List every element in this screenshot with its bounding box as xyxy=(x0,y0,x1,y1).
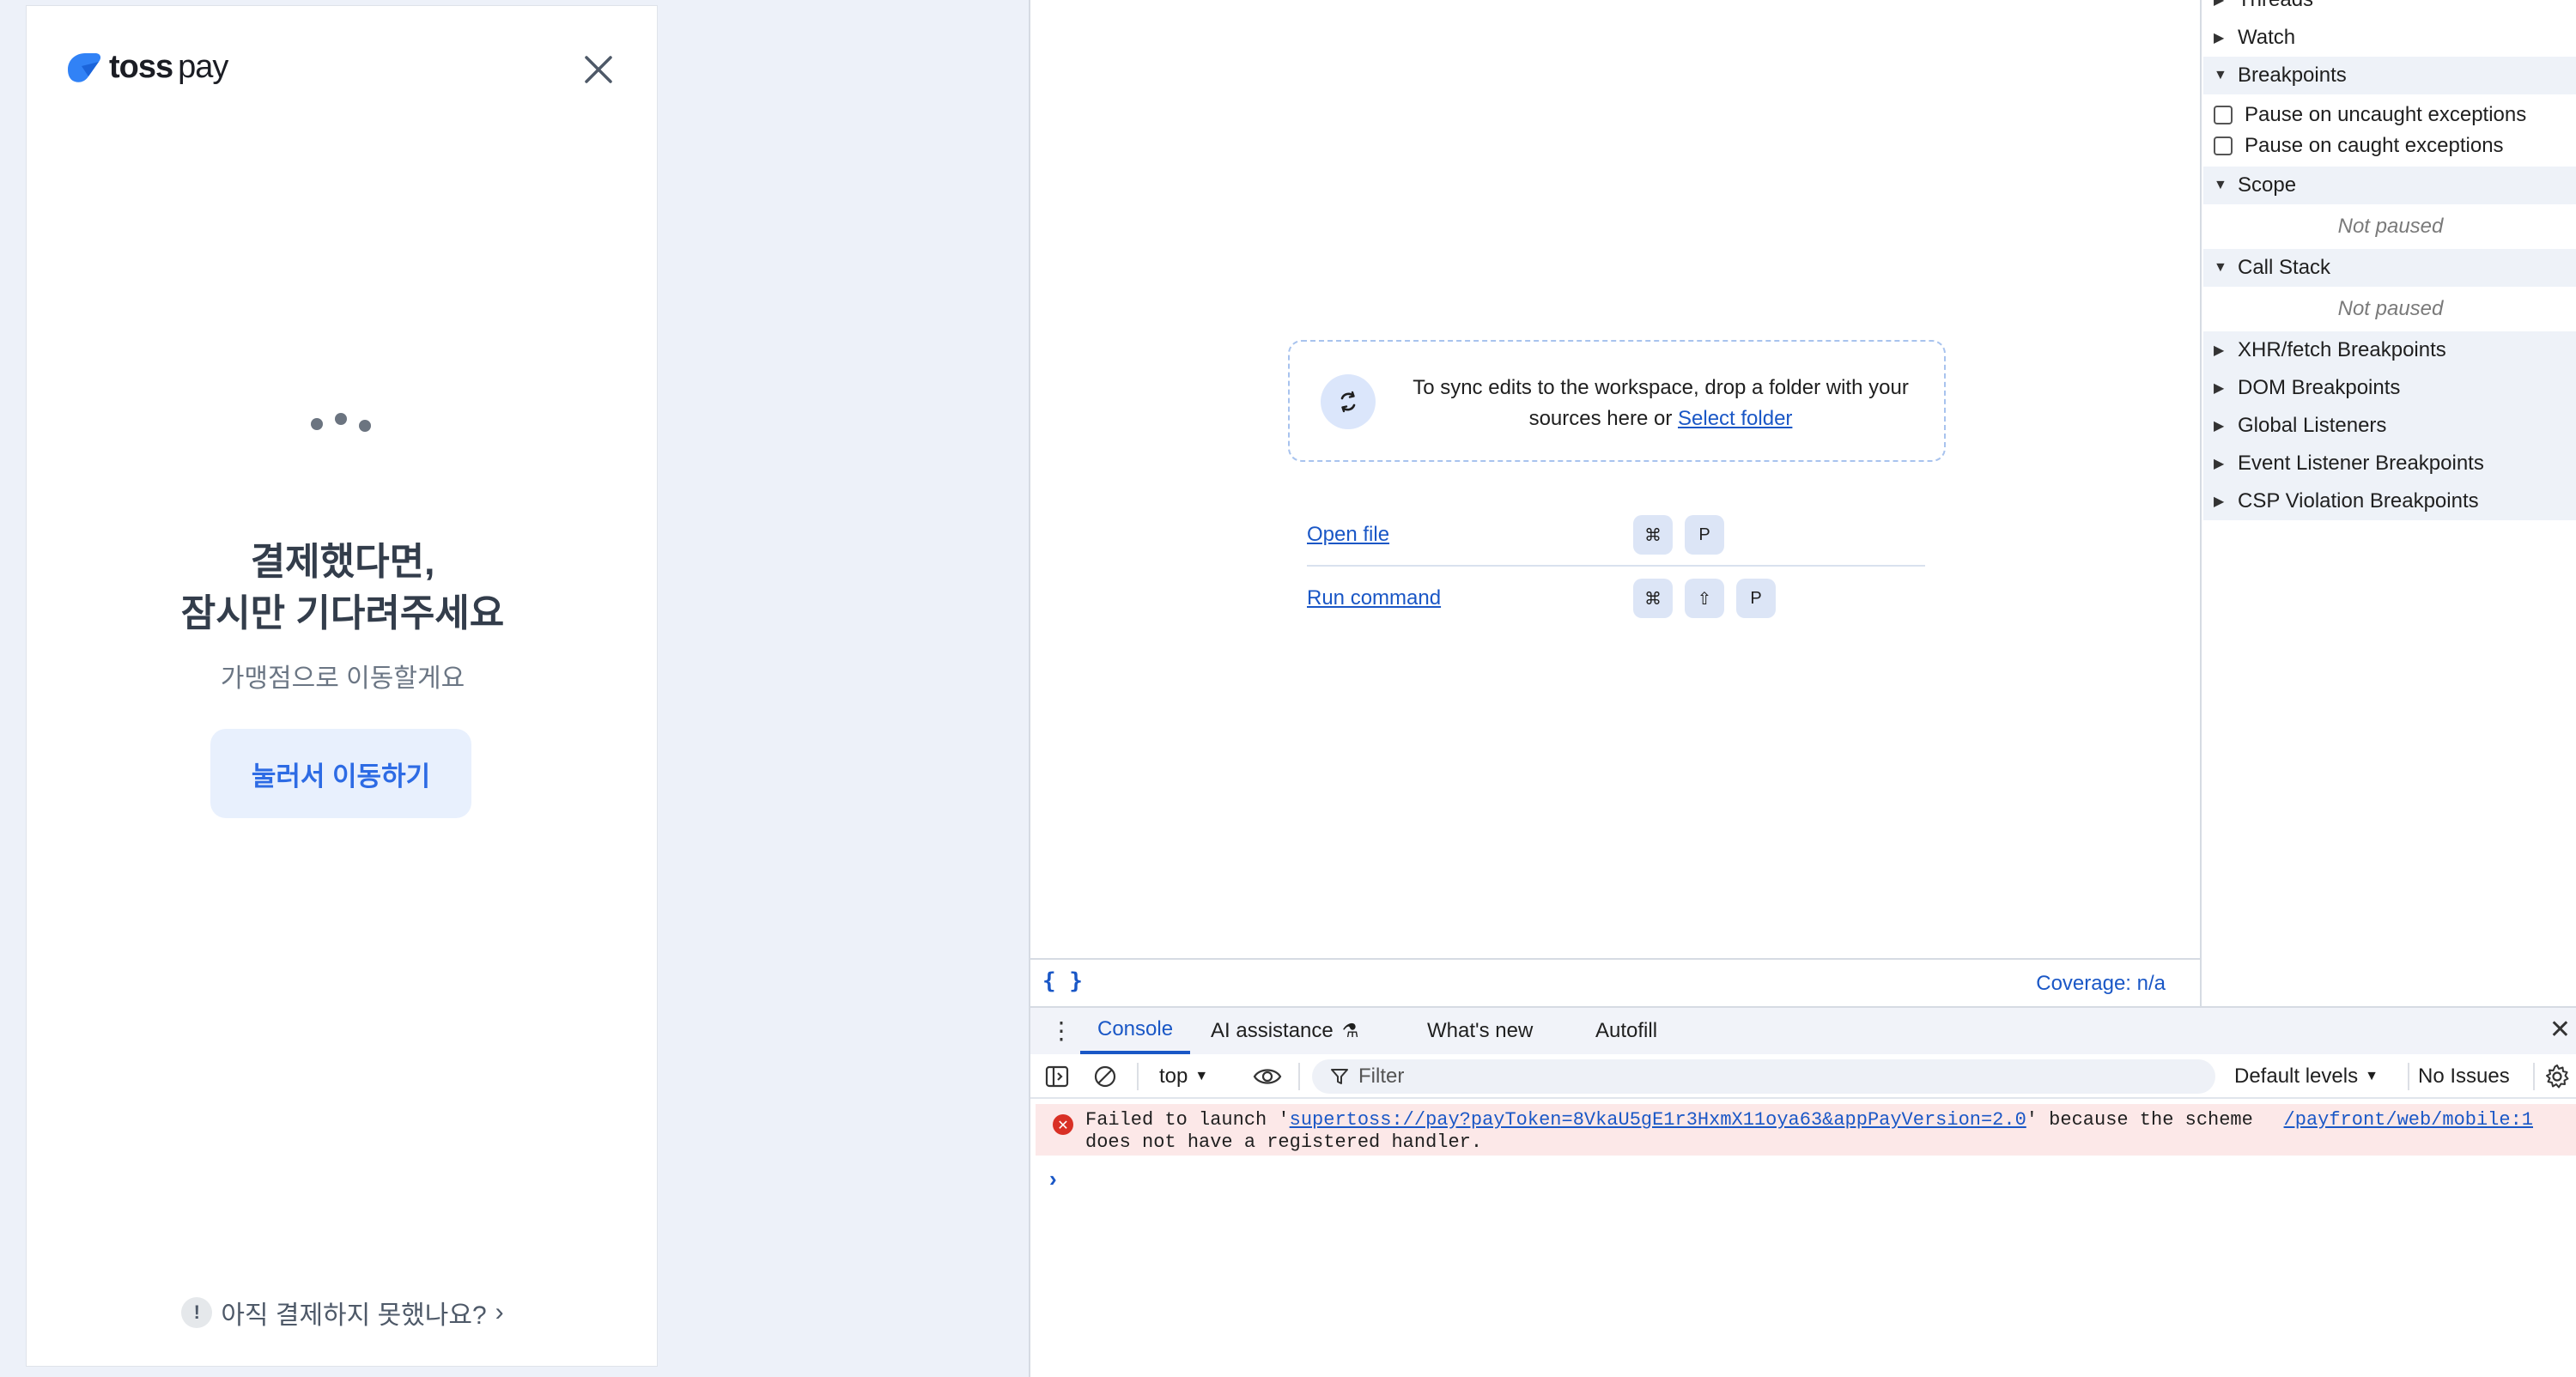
eye-icon[interactable] xyxy=(1252,1054,1283,1099)
section-event-listener-breakpoints[interactable]: ▶ Event Listener Breakpoints xyxy=(2203,445,2576,482)
dropzone-message: To sync edits to the workspace, drop a f… xyxy=(1413,376,1909,430)
triangle-right-icon: ▶ xyxy=(2214,457,2225,471)
filter-input[interactable]: Filter xyxy=(1312,1059,2215,1094)
cmd-key: ⌘ xyxy=(1633,579,1673,618)
p-key: P xyxy=(1685,515,1724,555)
log-levels-dropdown[interactable]: Default levels ▼ xyxy=(2234,1054,2379,1099)
debugger-sidebar: ▶Threads ▶Watch ▼Breakpoints Pause on un… xyxy=(2203,0,2576,1006)
drawer-tab-bar: ⋮ Console AI assistance ⚗ What's new Aut… xyxy=(1030,1008,2576,1054)
section-call-stack[interactable]: ▼ Call Stack xyxy=(2203,249,2576,287)
toolbar-separator xyxy=(1137,1063,1139,1090)
section-breakpoints[interactable]: ▼ Breakpoints xyxy=(2203,57,2576,94)
section-csp-violation-breakpoints[interactable]: ▶ CSP Violation Breakpoints xyxy=(2203,482,2576,520)
error-source-link[interactable]: /payfront/web/mobile:1 xyxy=(2284,1109,2533,1131)
tab-console[interactable]: Console xyxy=(1080,1008,1191,1054)
triangle-down-icon: ▼ xyxy=(2214,68,2227,82)
triangle-right-icon: ▶ xyxy=(2214,343,2225,358)
context-selector[interactable]: top ▼ xyxy=(1159,1054,1208,1099)
flask-icon: ⚗ xyxy=(1341,1020,1359,1041)
section-global-listeners[interactable]: ▶ Global Listeners xyxy=(2203,407,2576,445)
triangle-right-icon: ▶ xyxy=(2214,381,2225,396)
checkbox[interactable] xyxy=(2214,106,2233,124)
more-options-icon[interactable]: ⋮ xyxy=(1049,1016,1073,1045)
error-url-link[interactable]: supertoss://pay?payToken=8VkaU5gE1r3HxmX… xyxy=(1290,1109,2026,1131)
scope-status: Not paused xyxy=(2337,215,2444,238)
section-xhr-breakpoints[interactable]: ▶ XHR/fetch Breakpoints xyxy=(2203,331,2576,369)
pause-caught-option[interactable]: Pause on caught exceptions xyxy=(2214,130,2504,161)
pretty-print-icon[interactable]: { } xyxy=(1042,968,1083,994)
settings-gear-icon[interactable] xyxy=(2543,1054,2571,1099)
toss-brand-text: toss pay xyxy=(109,49,228,85)
checkbox[interactable] xyxy=(2214,136,2233,155)
console-prompt[interactable]: › xyxy=(1049,1166,1057,1192)
toss-pay-panel: toss pay 결제했다면, 잠시만 기다려주세요 가맹점으로 이동할게요 눌러… xyxy=(26,5,658,1367)
open-file-link[interactable]: Open file xyxy=(1307,523,1633,547)
sources-editor-pane: To sync edits to the workspace, drop a f… xyxy=(1030,0,2202,958)
payment-help-link[interactable]: ! 아직 결제하지 못했나요? › xyxy=(27,1294,659,1332)
shift-key: ⇧ xyxy=(1685,579,1724,618)
dropdown-arrow-icon: ▼ xyxy=(2365,1069,2379,1083)
close-icon[interactable] xyxy=(578,49,619,90)
console-error-message: ✕ Failed to launch 'supertoss://pay?payT… xyxy=(1036,1104,2576,1156)
console-toolbar: top ▼ Filter Default levels ▼ No Issues xyxy=(1030,1054,2576,1099)
run-command-row: Run command ⌘ ⇧ P xyxy=(1307,567,1925,630)
coverage-status[interactable]: Coverage: n/a xyxy=(2036,972,2166,996)
chevron-right-icon: › xyxy=(495,1298,504,1326)
exclamation-icon: ! xyxy=(181,1297,213,1328)
toss-pay-logo: toss pay xyxy=(64,49,228,86)
section-threads[interactable]: ▶Threads xyxy=(2203,0,2576,19)
section-dom-breakpoints[interactable]: ▶ DOM Breakpoints xyxy=(2203,369,2576,407)
section-scope[interactable]: ▼ Scope xyxy=(2203,167,2576,204)
page-title: 결제했다면, 잠시만 기다려주세요 xyxy=(180,541,505,634)
workspace-dropzone[interactable]: To sync edits to the workspace, drop a f… xyxy=(1288,340,1946,462)
callstack-status: Not paused xyxy=(2337,297,2444,320)
editor-status-bar: { } Coverage: n/a xyxy=(1030,958,2202,1006)
triangle-right-icon: ▶ xyxy=(2214,419,2225,434)
triangle-down-icon: ▼ xyxy=(2214,260,2227,275)
close-drawer-icon[interactable]: ✕ xyxy=(2549,1015,2571,1045)
toolbar-separator xyxy=(2533,1063,2535,1090)
sidebar-toggle-icon[interactable] xyxy=(1044,1054,1070,1099)
tab-whats-new[interactable]: What's new xyxy=(1427,1008,1533,1054)
error-icon: ✕ xyxy=(1053,1114,1073,1135)
triangle-right-icon: ▶ xyxy=(2214,31,2225,45)
devtools-window: To sync edits to the workspace, drop a f… xyxy=(1029,0,2576,1377)
page-subtitle: 가맹점으로 이동할게요 xyxy=(220,664,465,693)
cmd-key: ⌘ xyxy=(1633,515,1673,555)
run-command-link[interactable]: Run command xyxy=(1307,586,1633,610)
clear-console-icon[interactable] xyxy=(1092,1054,1118,1099)
loading-dots-icon xyxy=(306,409,374,435)
triangle-right-icon: ▶ xyxy=(2214,494,2225,509)
go-to-merchant-button[interactable]: 눌러서 이동하기 xyxy=(210,729,471,818)
sync-icon xyxy=(1321,374,1376,429)
toss-logo-icon xyxy=(68,52,101,82)
filter-icon xyxy=(1331,1069,1348,1084)
triangle-down-icon: ▼ xyxy=(2214,178,2227,192)
tab-autofill[interactable]: Autofill xyxy=(1595,1008,1657,1054)
open-file-row: Open file ⌘ P xyxy=(1307,503,1925,567)
select-folder-link[interactable]: Select folder xyxy=(1678,407,1792,430)
triangle-right-icon: ▶ xyxy=(2214,0,2225,8)
help-text: 아직 결제하지 못했나요? xyxy=(221,1301,487,1330)
pause-uncaught-option[interactable]: Pause on uncaught exceptions xyxy=(2214,100,2526,130)
console-drawer: ⋮ Console AI assistance ⚗ What's new Aut… xyxy=(1030,1006,2576,1377)
issues-button[interactable]: No Issues xyxy=(2418,1054,2510,1099)
section-watch[interactable]: ▶ Watch xyxy=(2203,19,2576,57)
p-key: P xyxy=(1736,579,1776,618)
tab-ai-assistance[interactable]: AI assistance ⚗ xyxy=(1211,1008,1358,1054)
dropdown-arrow-icon: ▼ xyxy=(1194,1069,1209,1083)
toolbar-separator xyxy=(1298,1063,1300,1090)
toolbar-separator xyxy=(2408,1063,2409,1090)
